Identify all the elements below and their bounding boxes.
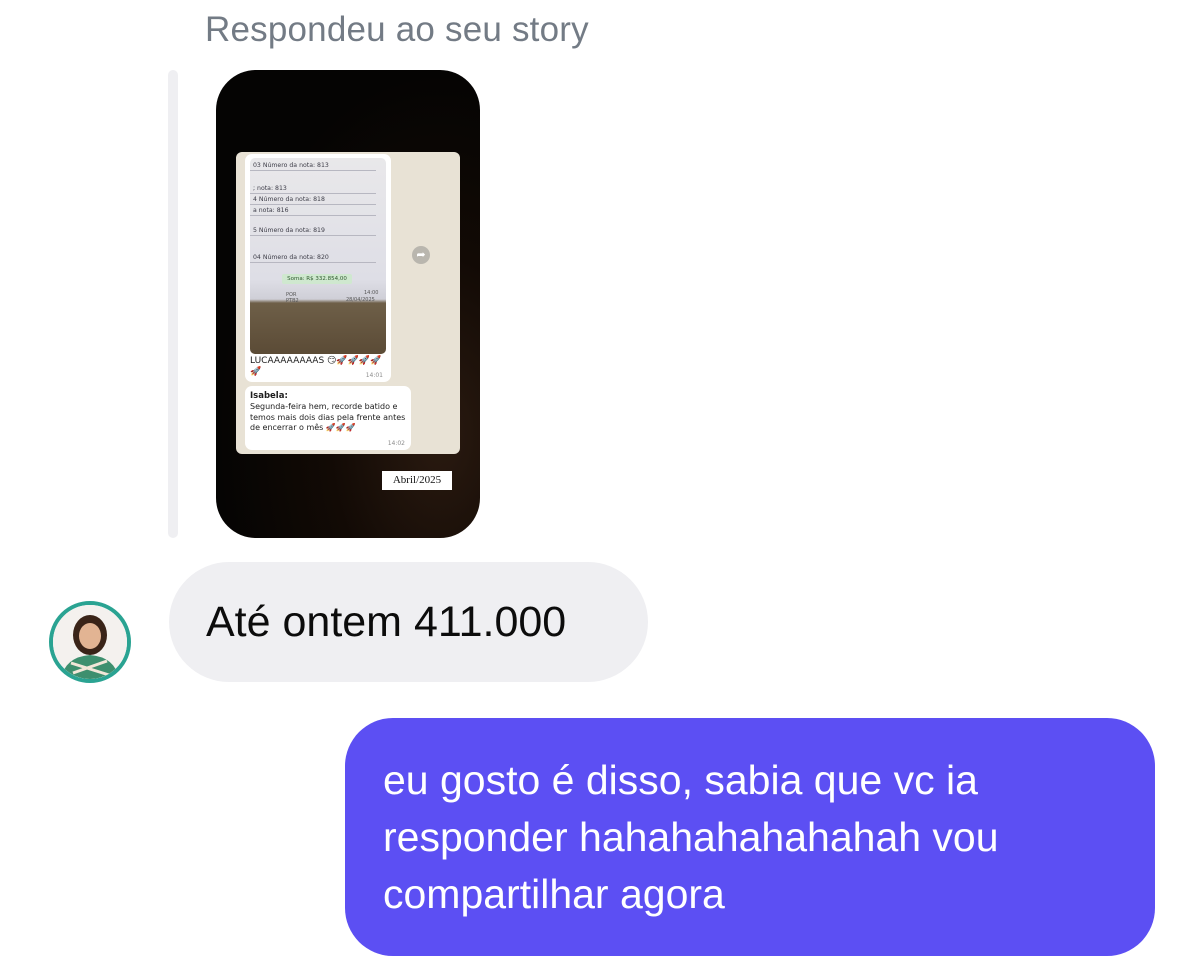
- photo-line: 5 Número da nota: 819: [250, 226, 376, 236]
- taskbar: POR PTB2 14:00 28/04/2025: [256, 288, 382, 310]
- story-reply-label: Respondeu ao seu story: [205, 10, 589, 49]
- outgoing-message-bubble[interactable]: eu gosto é disso, sabia que vc ia respon…: [345, 718, 1155, 956]
- photo-line: a nota: 816: [250, 206, 376, 216]
- whatsapp-photo-bubble: 03 Número da nota: 813 ; nota: 813 4 Núm…: [245, 154, 391, 382]
- photo-line: 03 Número da nota: 813: [250, 161, 376, 171]
- reply-text: Segunda-feira hem, recorde batido e temo…: [250, 402, 406, 432]
- whatsapp-screenshot: 03 Número da nota: 813 ; nota: 813 4 Núm…: [236, 152, 460, 454]
- taskbar-time: 14:00: [364, 290, 379, 296]
- reply-time: 14:02: [387, 440, 405, 447]
- incoming-message-text: Até ontem 411.000: [206, 598, 567, 646]
- forward-icon: ➦: [412, 246, 430, 264]
- reply-quote-bar: [168, 70, 178, 538]
- outgoing-message-text: eu gosto é disso, sabia que vc ia respon…: [383, 757, 999, 917]
- taskbar-date: 28/04/2025: [346, 297, 375, 303]
- incoming-message-bubble[interactable]: Até ontem 411.000: [169, 562, 648, 682]
- taskbar-lang: POR PTB2: [286, 292, 299, 304]
- photo-caption-time: 14:01: [365, 372, 383, 379]
- monitor-photo: 03 Número da nota: 813 ; nota: 813 4 Núm…: [250, 158, 386, 354]
- story-thumbnail[interactable]: 03 Número da nota: 813 ; nota: 813 4 Núm…: [216, 70, 480, 538]
- photo-line: 4 Número da nota: 818: [250, 195, 376, 205]
- whatsapp-text-bubble: Isabela: Segunda-feira hem, recorde bati…: [245, 386, 411, 450]
- profile-photo-icon: [53, 605, 127, 679]
- avatar[interactable]: [49, 601, 131, 683]
- date-badge: Abril/2025: [382, 471, 452, 490]
- photo-line: ; nota: 813: [250, 184, 376, 194]
- reply-sender: Isabela:: [250, 391, 288, 401]
- sum-chip: Soma: R$ 332.854,00: [282, 274, 352, 284]
- photo-line: 04 Número da nota: 820: [250, 253, 376, 263]
